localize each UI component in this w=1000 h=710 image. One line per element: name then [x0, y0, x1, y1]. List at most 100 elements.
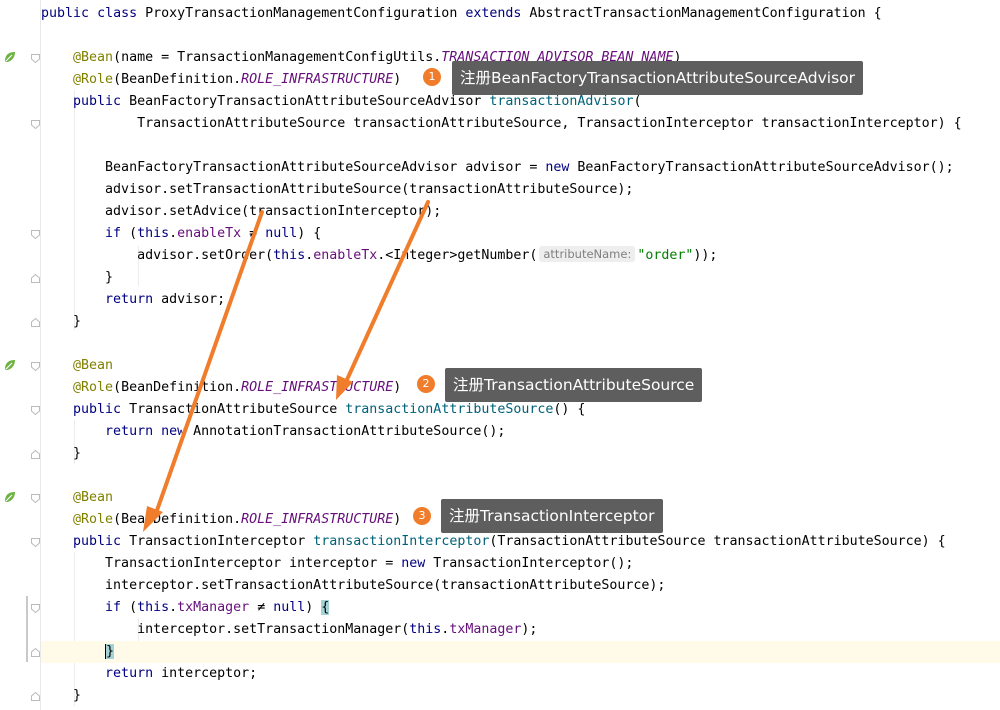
step-badge: 1 [423, 68, 441, 86]
keyword: new [545, 160, 570, 175]
code-line: interceptor.setTransactionAttributeSourc… [41, 575, 1000, 597]
step-badge: 2 [417, 375, 435, 393]
keyword: this [137, 600, 170, 615]
code-text: AnnotationTransactionAttributeSource(); [185, 424, 506, 439]
class-name: ProxyTransactionManagementConfiguration [145, 6, 458, 21]
annotation: @Bean [73, 50, 114, 65]
keyword: this [409, 622, 442, 637]
keyword: if [105, 600, 122, 615]
type-name: TransactionAttributeSource [129, 402, 338, 417]
field-name: txManager [177, 600, 250, 615]
code-text: BeanFactoryTransactionAttributeSourceAdv… [569, 160, 954, 175]
keyword: new [161, 424, 186, 439]
keyword: null [273, 600, 306, 615]
matched-brace: { [321, 600, 330, 615]
code-line: public TransactionAttributeSource transa… [41, 399, 1000, 421]
code-line: TransactionAttributeSource transactionAt… [41, 113, 1000, 135]
code-text: advisor.setAdvice(transactionInterceptor… [105, 204, 442, 219]
code-text: interceptor; [153, 666, 258, 681]
code-text: ≠ [249, 600, 274, 615]
code-text: BeanFactoryTransactionAttributeSourceAdv… [105, 160, 546, 175]
spring-bean-icon[interactable] [3, 358, 17, 372]
code-line: public TransactionInterceptor transactio… [41, 531, 1000, 553]
editor-gutter [0, 0, 41, 710]
code-text: () { [553, 402, 586, 417]
type-name: TransactionInterceptor [129, 534, 306, 549]
method-name: transactionInterceptor [313, 534, 490, 549]
keyword: class [97, 6, 138, 21]
fold-marker-icon[interactable] [31, 230, 40, 239]
code-text: .<Integer>getNumber( [377, 248, 538, 263]
field-name: txManager [449, 622, 522, 637]
annotation: @Role [73, 512, 114, 527]
code-editor[interactable]: public class ProxyTransactionManagementC… [41, 0, 1000, 710]
spring-bean-icon[interactable] [3, 50, 17, 64]
keyword: this [137, 226, 170, 241]
code-line: public class ProxyTransactionManagementC… [41, 3, 1000, 25]
code-line: } [41, 443, 1000, 465]
constant: ROLE_INFRASTRUCTURE [241, 380, 394, 395]
code-text: advisor.setOrder( [137, 248, 274, 263]
keyword: return [105, 424, 154, 439]
annotation: @Role [73, 380, 114, 395]
brace: } [73, 446, 82, 461]
keyword: this [273, 248, 306, 263]
fold-marker-icon[interactable] [31, 450, 40, 459]
annotation: @Bean [73, 358, 114, 373]
code-line: BeanFactoryTransactionAttributeSourceAdv… [41, 157, 1000, 179]
fold-marker-icon[interactable] [31, 362, 40, 371]
brace: { [873, 6, 882, 21]
brace: } [73, 314, 82, 329]
keyword: public [73, 94, 122, 109]
code-line: if (this.txManager ≠ null) { [41, 597, 1000, 619]
code-line: return new AnnotationTransactionAttribut… [41, 421, 1000, 443]
callout-label: 注册TransactionAttributeSource [445, 368, 703, 402]
type-name: BeanFactoryTransactionAttributeSourceAdv… [129, 94, 482, 109]
parameter-list: TransactionAttributeSource transactionAt… [137, 116, 962, 131]
fold-marker-icon[interactable] [31, 54, 40, 63]
method-name: transactionAdvisor [489, 94, 634, 109]
fold-marker-icon[interactable] [31, 604, 40, 613]
code-text: ( [633, 94, 642, 109]
code-text: TransactionInterceptor(); [425, 556, 634, 571]
code-text: interceptor.setTransactionManager( [137, 622, 410, 637]
fold-marker-icon[interactable] [31, 648, 40, 657]
spring-bean-icon[interactable] [3, 490, 17, 504]
step-badge: 3 [413, 507, 431, 525]
keyword: public [73, 534, 122, 549]
fold-marker-icon[interactable] [31, 274, 40, 283]
code-text: interceptor.setTransactionAttributeSourc… [105, 578, 666, 593]
keyword: if [105, 226, 122, 241]
code-line: } [41, 311, 1000, 333]
code-text: (BeanDefinition. [113, 72, 242, 87]
keyword: return [105, 292, 154, 307]
code-text: ) [393, 380, 402, 395]
code-text: ) [305, 600, 322, 615]
code-text: )); [693, 248, 718, 263]
fold-marker-icon[interactable] [31, 406, 40, 415]
fold-marker-icon[interactable] [31, 538, 40, 547]
fold-marker-icon[interactable] [31, 494, 40, 503]
keyword: extends [465, 6, 522, 21]
brace: } [105, 270, 114, 285]
keyword: new [401, 556, 426, 571]
code-line: advisor.setTransactionAttributeSource(tr… [41, 179, 1000, 201]
fold-marker-icon[interactable] [31, 120, 40, 129]
code-line-current: } [41, 641, 1000, 663]
code-text: ) { [297, 226, 322, 241]
fold-marker-icon[interactable] [31, 692, 40, 701]
code-text: ) [393, 512, 402, 527]
annotation: @Bean [73, 490, 114, 505]
keyword: public [73, 402, 122, 417]
code-text: (BeanDefinition. [113, 512, 242, 527]
field-name: enableTx [177, 226, 242, 241]
code-text: (BeanDefinition. [113, 380, 242, 395]
code-line: if (this.enableTx ≠ null) { [41, 223, 1000, 245]
code-text: (name = TransactionManagementConfigUtils… [113, 50, 442, 65]
vcs-change-marker [26, 596, 28, 662]
callout-label: 注册TransactionInterceptor [441, 499, 663, 533]
fold-marker-icon[interactable] [31, 318, 40, 327]
callout-label: 注册BeanFactoryTransactionAttributeSourceA… [452, 61, 864, 95]
code-line: return advisor; [41, 289, 1000, 311]
keyword: null [265, 226, 298, 241]
